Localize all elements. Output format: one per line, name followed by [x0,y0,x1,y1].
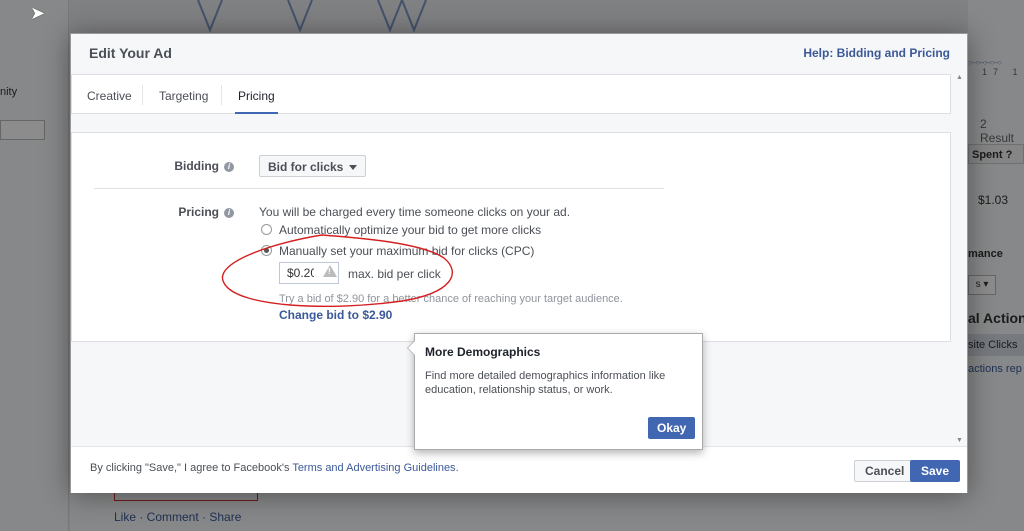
scroll-down-icon[interactable]: ▼ [956,437,963,444]
bid-suggestion: Try a bid of $2.90 for a better chance o… [279,293,623,305]
terms-prefix: By clicking "Save," I agree to Facebook'… [90,462,293,474]
info-icon[interactable]: i [224,207,234,218]
option-manual-label: Manually set your maximum bid for clicks… [279,244,535,258]
popover-arrow [407,340,415,356]
dialog-header: Edit Your Ad Help: Bidding and Pricing [71,34,967,73]
dialog-footer: By clicking "Save," I agree to Facebook'… [71,446,967,493]
terms-suffix: . [455,462,459,474]
active-tab-indicator [235,112,278,114]
bid-type-value: Bid for clicks [268,160,344,174]
cancel-button[interactable]: Cancel [854,460,916,482]
scroll-up-icon[interactable]: ▲ [956,74,963,81]
change-bid-link[interactable]: Change bid to $2.90 [279,308,392,322]
tab-separator [142,85,143,105]
okay-button[interactable]: Okay [648,417,696,439]
option-auto-label: Automatically optimize your bid to get m… [279,223,542,237]
radio-manual-bid[interactable] [261,245,272,257]
more-demographics-popover: More Demographics Find more detailed dem… [407,333,703,450]
popover-title: More Demographics [425,345,541,359]
radio-auto-optimize[interactable] [261,224,272,236]
option-manual-bid[interactable]: Manually set your maximum bid for clicks… [261,244,534,258]
warning-icon: ! [323,265,337,277]
dialog-scrollbar[interactable]: ▲ ▼ [955,74,965,444]
dialog-title: Edit Your Ad [89,45,172,61]
chevron-down-icon [349,165,358,171]
section-divider [94,188,664,189]
charge-description: You will be charged every time someone c… [259,205,571,219]
terms-notice: By clicking "Save," I agree to Facebook'… [90,462,459,474]
mouse-pointer-icon: ➤ [30,3,46,23]
terms-guidelines-link[interactable]: Terms and Advertising Guidelines [292,462,455,474]
bidding-label: Bidding [174,159,219,173]
tab-creative[interactable]: Creative [87,89,132,103]
save-button[interactable]: Save [910,460,961,482]
pricing-label-row: Pricing i [94,205,234,219]
option-auto-optimize[interactable]: Automatically optimize your bid to get m… [261,223,541,237]
help-bidding-pricing-link[interactable]: Help: Bidding and Pricing [803,46,950,60]
tab-pricing[interactable]: Pricing [238,89,275,103]
pricing-label: Pricing [178,205,219,219]
pricing-section: Bidding i Bid for clicks Pricing i You wil… [71,132,951,342]
tab-bar: Creative Targeting Pricing [71,74,951,114]
info-icon[interactable]: i [224,161,234,172]
bid-type-select[interactable]: Bid for clicks [259,155,367,177]
popover-text: Find more detailed demographics informat… [425,370,666,396]
bidding-label-row: Bidding i [94,159,234,173]
tab-targeting[interactable]: Targeting [159,89,208,103]
max-bid-suffix: max. bid per click [348,267,441,281]
tab-separator [221,85,222,105]
